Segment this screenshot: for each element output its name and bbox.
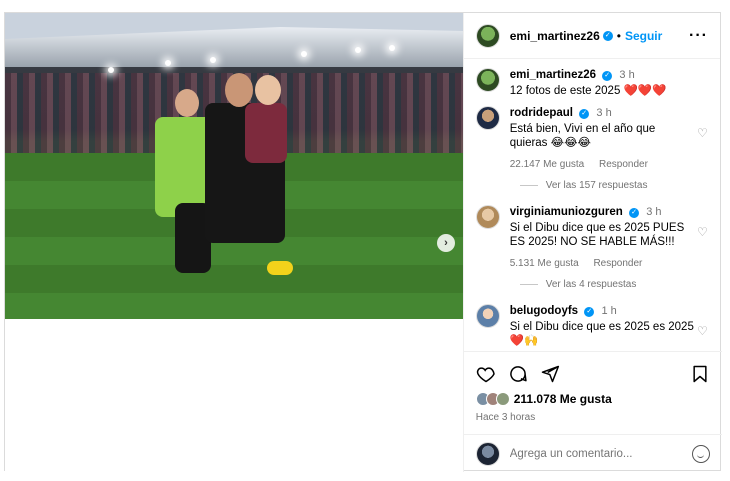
comment-composer [463, 434, 722, 472]
author-avatar[interactable] [475, 23, 500, 48]
comment: belugodoyfs ✓ 1 h Si el Dibu dice que es… [475, 304, 710, 348]
heart-icon[interactable]: ♡ [697, 126, 708, 140]
verified-icon: ✓ [602, 71, 613, 81]
reply-button[interactable]: Responder [599, 159, 648, 170]
heart-icon[interactable]: ♡ [697, 225, 708, 239]
verified-icon: ✓ [579, 109, 590, 119]
comment-text: Está bien, Vivi en el año que quieras 😂😂… [509, 123, 656, 149]
heart-icon[interactable]: ♡ [697, 324, 708, 338]
action-bar [476, 362, 710, 386]
comment-icon[interactable] [508, 364, 528, 384]
caption-time: 3 h [619, 69, 635, 81]
share-icon[interactable] [540, 364, 560, 384]
goalkeeper-head [225, 73, 253, 107]
girl-figure [245, 103, 287, 163]
likes-row: 211.078 Me gusta [475, 392, 710, 406]
verified-icon: ✓ [584, 307, 595, 317]
comment-likes[interactable]: 22.147 Me gusta [510, 159, 585, 170]
stadium-roof [5, 27, 464, 67]
next-photo-button[interactable]: › [437, 234, 455, 252]
author-avatar[interactable] [475, 68, 500, 92]
separator-dot: • [616, 28, 621, 43]
comment-username[interactable]: virginiamuniozguren [510, 206, 623, 218]
commenter-avatar[interactable] [475, 304, 500, 328]
comment-likes[interactable]: 5.131 Me gusta [510, 258, 579, 269]
commenter-avatar[interactable] [475, 106, 500, 130]
comment-time: 3 h [646, 206, 662, 218]
verified-icon: ✓ [602, 30, 613, 41]
like-heart-icon[interactable] [476, 364, 496, 384]
comment-meta: 22.147 Me gusta Responder [510, 158, 696, 172]
comment-text: Si el Dibu dice que es 2025 PUES ES 2025… [509, 222, 685, 248]
author-username[interactable]: emi_martinez26 [510, 29, 600, 43]
child-head [175, 89, 199, 117]
floodlight [210, 57, 216, 63]
post-media: › [5, 13, 464, 472]
viewer-avatar [475, 441, 500, 466]
liker-avatar [495, 392, 510, 406]
comment-time: 3 h [596, 107, 612, 119]
chevron-right-icon: › [444, 237, 448, 249]
comment: rodridepaul ✓ 3 h Está bien, Vivi en el … [475, 106, 710, 172]
post-photo[interactable]: › [5, 13, 464, 319]
comment-username[interactable]: belugodoyfs [510, 305, 578, 317]
post-header: emi_martinez26 ✓ • Seguir ··· [463, 13, 720, 59]
floodlight [355, 47, 361, 53]
caption-username[interactable]: emi_martinez26 [510, 69, 596, 81]
comment-input[interactable] [509, 447, 670, 460]
comment-username[interactable]: rodridepaul [510, 107, 573, 119]
comment-meta: 5.131 Me gusta Responder [510, 257, 696, 271]
comment-time: 1 h [601, 305, 617, 317]
follow-button[interactable]: Seguir [625, 29, 662, 43]
likes-count[interactable]: 211.078 Me gusta [514, 392, 612, 406]
caption: emi_martinez26 ✓ 3 h 12 fotos de este 20… [475, 68, 710, 98]
floodlight [108, 67, 114, 73]
floodlight [165, 60, 171, 66]
girl-head [255, 75, 281, 105]
boot [267, 261, 293, 275]
verified-icon: ✓ [629, 208, 640, 218]
post-sidebar: emi_martinez26 ✓ • Seguir ··· emi_martin… [462, 13, 722, 472]
caption-text: 12 fotos de este 2025 ❤️❤️❤️ [509, 85, 667, 97]
view-replies-button[interactable]: Ver las 157 respuestas [520, 180, 710, 191]
emoji-icon[interactable] [691, 444, 710, 463]
floodlight [389, 45, 395, 51]
bookmark-icon[interactable] [690, 364, 710, 384]
commenter-avatar[interactable] [475, 205, 500, 229]
comment-text: Si el Dibu dice que es 2025 es 2025 ❤️🙌 [509, 321, 694, 347]
view-replies-button[interactable]: Ver las 4 respuestas [520, 279, 710, 290]
post-timestamp: Hace 3 horas [475, 412, 536, 423]
floodlight [301, 51, 307, 57]
comment: virginiamuniozguren ✓ 3 h Si el Dibu dic… [475, 205, 710, 271]
instagram-post: › emi_martinez26 ✓ • Seguir ··· emi_mart… [4, 12, 722, 472]
more-options-icon[interactable]: ··· [689, 27, 708, 45]
reply-button[interactable]: Responder [593, 258, 642, 269]
comments-list[interactable]: emi_martinez26 ✓ 3 h 12 fotos de este 20… [464, 60, 722, 350]
